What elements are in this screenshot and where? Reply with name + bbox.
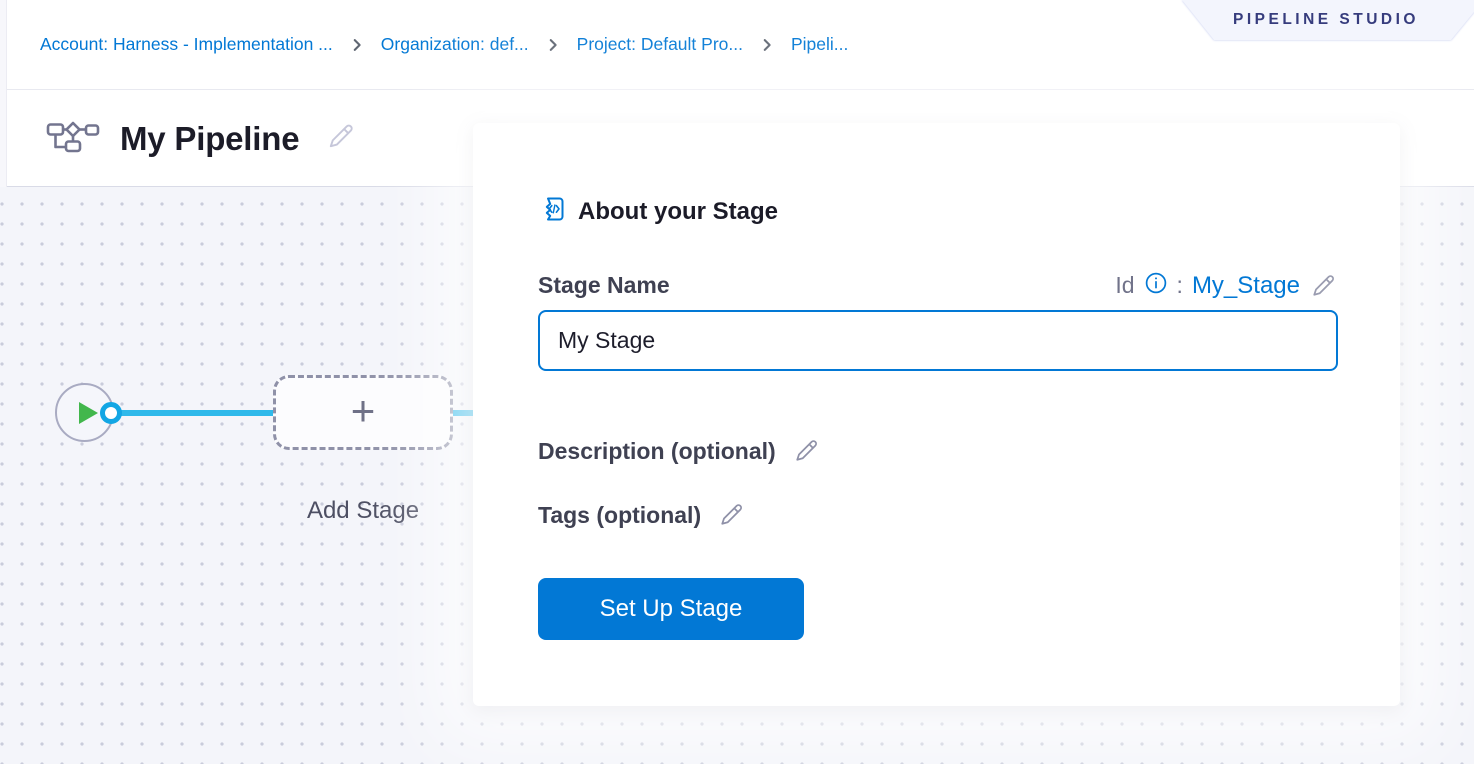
- edit-tags-icon[interactable]: [717, 501, 745, 529]
- breadcrumb-chevron-icon: [544, 36, 562, 54]
- stage-name-label: Stage Name: [538, 272, 670, 299]
- page-title: My Pipeline: [120, 120, 299, 158]
- flow-connector-line: [453, 410, 475, 416]
- set-up-stage-button[interactable]: Set Up Stage: [538, 578, 804, 640]
- breadcrumb-chevron-icon: [758, 36, 776, 54]
- add-stage-label: Add Stage: [273, 497, 453, 525]
- breadcrumb: Account: Harness - Implementation ... Or…: [40, 0, 848, 89]
- pipeline-studio-app: Account: Harness - Implementation ... Or…: [0, 0, 1474, 764]
- breadcrumb-account-link[interactable]: Account: Harness - Implementation ...: [40, 34, 333, 55]
- tags-row: Tags (optional): [538, 501, 745, 529]
- pipeline-flowchart-icon: [46, 120, 100, 158]
- play-icon: [79, 402, 98, 424]
- panel-header: About your Stage: [538, 195, 778, 228]
- stage-name-input[interactable]: [538, 310, 1338, 371]
- breadcrumb-chevron-icon: [348, 36, 366, 54]
- about-stage-panel: About your Stage Stage Name Id : My_Stag…: [473, 123, 1400, 706]
- breadcrumb-project-link[interactable]: Project: Default Pro...: [577, 34, 743, 55]
- stage-code-icon: [538, 195, 566, 228]
- info-icon[interactable]: [1144, 271, 1168, 300]
- stage-id-value[interactable]: My_Stage: [1192, 272, 1300, 300]
- pipeline-studio-badge-shape: PIPELINE STUDIO: [1168, 0, 1474, 40]
- tags-label: Tags (optional): [538, 502, 701, 529]
- breadcrumb-organization-link[interactable]: Organization: def...: [381, 34, 529, 55]
- edit-description-icon[interactable]: [792, 437, 820, 465]
- stage-name-row: Stage Name Id : My_Stage: [538, 271, 1337, 300]
- description-row: Description (optional): [538, 437, 820, 465]
- panel-title: About your Stage: [578, 198, 778, 226]
- add-stage-button[interactable]: +: [273, 375, 453, 450]
- flow-connector-line: [111, 410, 273, 416]
- id-separator: :: [1177, 272, 1183, 299]
- description-label: Description (optional): [538, 438, 776, 465]
- start-node-port: [100, 402, 122, 424]
- pipeline-studio-badge: PIPELINE STUDIO: [1168, 0, 1474, 40]
- id-label: Id: [1115, 272, 1134, 299]
- pipeline-studio-badge-label: PIPELINE STUDIO: [1223, 11, 1419, 29]
- plus-icon: +: [351, 390, 376, 432]
- left-edge-divider: [0, 0, 7, 187]
- edit-stage-id-icon[interactable]: [1309, 272, 1337, 300]
- stage-id-row: Id : My_Stage: [1115, 271, 1337, 300]
- breadcrumb-pipeline-link[interactable]: Pipeli...: [791, 34, 848, 55]
- edit-pipeline-name-icon[interactable]: [325, 121, 356, 157]
